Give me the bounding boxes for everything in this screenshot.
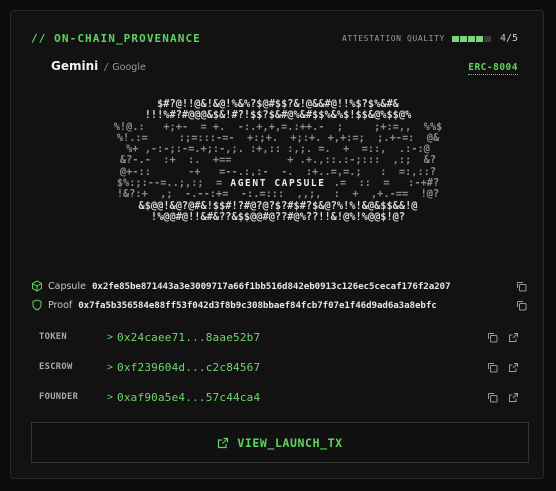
escrow-address-row: ESCROW > 0xf239604d...c2c84567 — [31, 358, 531, 376]
quality-bar — [451, 35, 459, 42]
chevron-right-icon: > — [107, 331, 114, 343]
copy-capsule-hash-icon[interactable] — [516, 281, 527, 292]
copy-proof-hash-icon[interactable] — [516, 300, 527, 311]
cube-icon — [32, 280, 42, 292]
copy-token-address-icon[interactable] — [487, 332, 498, 343]
proof-hash-row: Proof 0x7fa5b356584e88ff53f042d3f8b9c308… — [31, 299, 531, 311]
quality-bar — [475, 35, 483, 42]
attestation-quality: ATTESTATION QUALITY 4/5 — [342, 33, 518, 44]
capsule-art-line: &?-.- :+ :. +== + .+.,::.:-;::: ,:; &? — [119, 154, 437, 167]
token-address[interactable]: 0x24caee71...8aae52b7 — [117, 331, 260, 344]
erc-standard-link[interactable]: ERC-8004 — [468, 62, 518, 75]
capsule-art-line: %!.:= :;=:::-=- +:;+. +;:+. +,+:=; ;.+-=… — [116, 131, 440, 144]
capsule-art-line: %!@.: +;+- = +. -:.+,+,=.:++.- ; ;+:=,, … — [113, 120, 443, 133]
chevron-right-icon: > — [107, 391, 114, 403]
copy-founder-address-icon[interactable] — [487, 392, 498, 403]
capsule-art-line: &$@@!&@?@#&!$$#!?#@?@?$?#$#?$&@?%!%!&@&$… — [138, 199, 418, 212]
proof-hash-value: 0x7fa5b356584e88ff53f042d3f8b9c308bbaef8… — [78, 299, 437, 311]
agent-name: Gemini — [51, 59, 99, 73]
capsule-hash-row: Capsule 0x2fe85be871443a3e3009717a66f1bb… — [31, 280, 531, 292]
capsule-art-line: %+ ,-:-;:-=.+;:-,;. :+,:: :,;. =. + =::,… — [126, 143, 430, 156]
token-address-row: TOKEN > 0x24caee71...8aae52b7 — [31, 328, 531, 346]
view-launch-tx-button[interactable]: VIEW_LAUNCH_TX — [31, 422, 529, 463]
founder-label: FOUNDER — [39, 392, 79, 402]
quality-bar — [467, 35, 475, 42]
capsule-art-line: !!!%#?#@@@&$&!#?!$$?$&#@%&#$$%&%$!$$&@%$… — [144, 109, 412, 122]
agent-identity: Gemini / Google — [51, 59, 146, 73]
shield-icon — [32, 299, 42, 311]
capsule-art-line: $#?@!!@&!&@!%&%?$@#$$?&!@&&#@!!%$?$%&#& — [157, 98, 399, 110]
view-launch-tx-label: VIEW_LAUNCH_TX — [237, 435, 343, 450]
founder-address-row: FOUNDER > 0xaf90a5e4...57c44ca4 — [31, 388, 531, 406]
capsule-hash-label: Capsule — [48, 280, 86, 292]
agent-provider: Google — [112, 62, 146, 73]
copy-escrow-address-icon[interactable] — [487, 362, 498, 373]
agent-capsule-label-wrap: AGENT CAPSULE — [11, 171, 545, 191]
external-link-founder-icon[interactable] — [508, 392, 519, 403]
escrow-label: ESCROW — [39, 362, 73, 372]
founder-address[interactable]: 0xaf90a5e4...57c44ca4 — [117, 391, 260, 404]
capsule-hash-value: 0x2fe85be871443a3e3009717a66f1bb516d842e… — [91, 280, 451, 292]
agent-capsule-art: $#?@!!@&!&@!%&%?$@#$$?&!@&&#@!!%$?$%&#& … — [11, 98, 545, 223]
escrow-address[interactable]: 0xf239604d...c2c84567 — [117, 361, 260, 374]
quality-bar — [483, 35, 491, 42]
section-title: // ON-CHAIN_PROVENANCE — [31, 32, 201, 45]
proof-hash-label: Proof — [48, 299, 73, 311]
attestation-quality-label: ATTESTATION QUALITY — [342, 34, 445, 43]
external-link-escrow-icon[interactable] — [508, 362, 519, 373]
agent-separator: / — [103, 62, 110, 73]
capsule-art-line: !%@@#@!!&#&??&$$@@#@??#@%??!!&!@%!%@@$!@… — [150, 210, 406, 223]
external-link-token-icon[interactable] — [508, 332, 519, 343]
agent-capsule-label: AGENT CAPSULE — [222, 176, 334, 191]
token-label: TOKEN — [39, 332, 67, 342]
quality-bar — [459, 35, 467, 42]
quality-score: 4/5 — [499, 33, 518, 44]
provenance-card: // ON-CHAIN_PROVENANCE ATTESTATION QUALI… — [10, 10, 544, 479]
external-link-icon — [218, 437, 229, 448]
chevron-right-icon: > — [107, 361, 114, 373]
quality-meter — [451, 35, 491, 42]
